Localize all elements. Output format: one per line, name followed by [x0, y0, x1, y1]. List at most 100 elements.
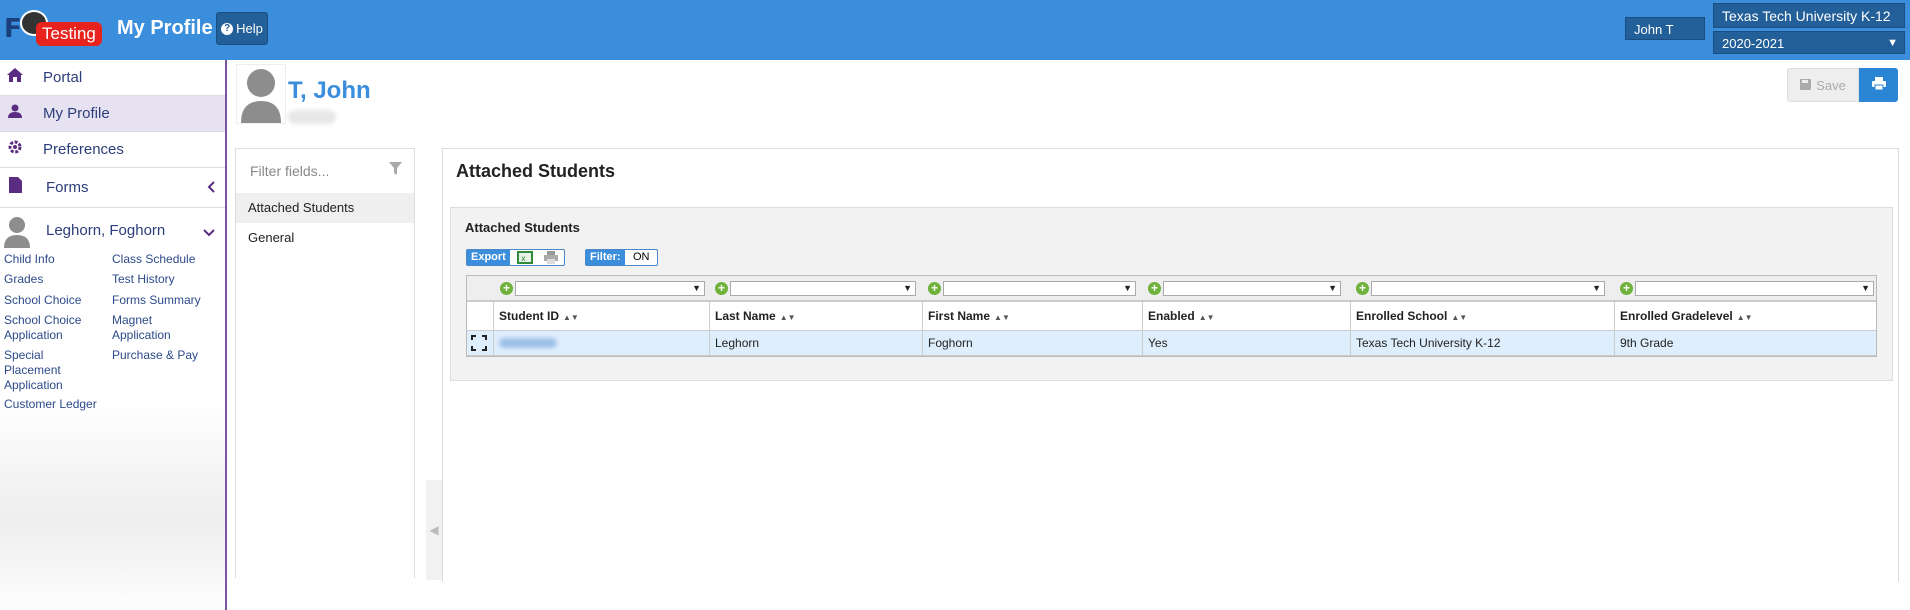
cell-enabled: Yes [1142, 331, 1350, 355]
link-magnet-application[interactable]: Magnet Application [112, 313, 182, 343]
column-header-last-name[interactable]: Last Name ▲▼ [709, 302, 922, 330]
collapse-panel-tab[interactable]: ◀ [426, 480, 442, 580]
sort-icon: ▲▼ [779, 313, 796, 322]
export-button[interactable]: Export x [466, 249, 565, 266]
chevron-left-icon: ◀ [429, 523, 439, 537]
column-header-first-name[interactable]: First Name ▲▼ [922, 302, 1142, 330]
cell-student-id[interactable] [493, 331, 709, 355]
print-icon[interactable] [543, 251, 559, 267]
sidebar-item-preferences[interactable]: Preferences [0, 132, 225, 168]
main-panel-header: Attached Students [442, 148, 1899, 192]
link-customer-ledger[interactable]: Customer Ledger [4, 397, 97, 412]
link-grades[interactable]: Grades [4, 272, 43, 287]
filter-select[interactable]: ▼ [730, 281, 916, 296]
sidebar-item-my-profile[interactable]: My Profile [0, 96, 225, 132]
filter-select[interactable]: ▼ [1163, 281, 1341, 296]
svg-text:x: x [521, 254, 526, 263]
column-header-enrolled-gradelevel[interactable]: Enrolled Gradelevel ▲▼ [1614, 302, 1876, 330]
excel-icon[interactable]: x [517, 251, 533, 267]
link-test-history[interactable]: Test History [112, 272, 175, 287]
table-row[interactable]: Leghorn Foghorn Yes Texas Tech Universit… [467, 331, 1876, 356]
logo-letter: F [4, 14, 22, 44]
link-child-info[interactable]: Child Info [4, 252, 55, 267]
sidebar-item-forms[interactable]: Forms [0, 168, 225, 208]
filter-icon [389, 162, 402, 178]
filter-cell-enabled: + ▼ [1148, 279, 1342, 297]
filter-cell-student-id: + ▼ [500, 279, 713, 297]
sidebar-item-label: Portal [43, 69, 83, 86]
page-title: My Profile [117, 17, 213, 39]
filter-fields-input[interactable]: Filter fields... [250, 163, 329, 179]
column-header-enrolled-school[interactable]: Enrolled School ▲▼ [1350, 302, 1614, 330]
column-header-enabled[interactable]: Enabled ▲▼ [1142, 302, 1350, 330]
app-logo[interactable]: F Testing [4, 10, 102, 46]
profile-name: T, John [288, 77, 371, 104]
filter-cell-last-name: + ▼ [715, 279, 925, 297]
sort-icon: ▲▼ [1198, 313, 1215, 322]
filter-toggle[interactable]: Filter: ON [585, 249, 658, 266]
filter-select[interactable]: ▼ [943, 281, 1136, 296]
year-selector[interactable]: 2020-2021 ▼ [1713, 31, 1905, 54]
field-item-attached-students[interactable]: Attached Students [236, 193, 414, 223]
export-label: Export [467, 250, 510, 265]
document-icon [6, 177, 24, 198]
header-row: Student ID ▲▼ Last Name ▲▼ First Name ▲▼ En… [467, 302, 1876, 331]
link-forms-summary[interactable]: Forms Summary [112, 293, 201, 308]
students-grid: + ▼ + ▼ + ▼ + ▼ + ▼ + ▼ Student ID ▲▼ La… [466, 275, 1877, 357]
column-header-label: Enrolled School [1356, 309, 1448, 323]
help-button[interactable]: ? Help [216, 12, 268, 45]
avatar [4, 216, 30, 248]
add-filter-icon[interactable]: + [1356, 282, 1369, 295]
top-bar: F Testing My Profile ? Help John T Texas… [0, 0, 1910, 60]
school-selector[interactable]: Texas Tech University K-12 [1713, 3, 1905, 28]
save-button[interactable]: Save [1787, 68, 1859, 102]
expand-icon[interactable] [471, 335, 487, 351]
add-filter-icon[interactable]: + [715, 282, 728, 295]
link-special-placement[interactable]: Special Placement Application [4, 348, 74, 393]
cell-enrolled-school: Texas Tech University K-12 [1350, 331, 1614, 355]
sidebar-item-label: Forms [46, 179, 89, 196]
sort-icon: ▲▼ [1736, 313, 1753, 322]
link-purchase-pay[interactable]: Purchase & Pay [112, 348, 198, 363]
add-filter-icon[interactable]: + [1148, 282, 1161, 295]
filter-cell-enrolled-gradelevel: + ▼ [1620, 279, 1874, 297]
print-button[interactable] [1859, 68, 1898, 102]
printer-icon [1871, 77, 1886, 93]
user-menu[interactable]: John T [1625, 17, 1705, 40]
sidebar-item-portal[interactable]: Portal [0, 60, 225, 96]
home-icon [6, 68, 24, 87]
chevron-down-icon [203, 224, 215, 240]
add-filter-icon[interactable]: + [928, 282, 941, 295]
filter-select[interactable]: ▼ [1635, 281, 1874, 296]
link-class-schedule[interactable]: Class Schedule [112, 252, 195, 267]
sidebar-item-label: Preferences [43, 141, 124, 158]
field-item-general[interactable]: General [236, 223, 414, 253]
link-school-choice[interactable]: School Choice [4, 293, 81, 308]
add-filter-icon[interactable]: + [1620, 282, 1633, 295]
student-name: Leghorn, Foghorn [46, 222, 166, 239]
logo-badge: Testing [36, 22, 102, 46]
column-header-label: Student ID [499, 309, 559, 323]
chevron-left-icon [207, 180, 215, 196]
floppy-icon [1800, 78, 1812, 93]
help-label: Help [236, 21, 263, 36]
column-header-label: Enrolled Gradelevel [1620, 309, 1733, 323]
cell-first-name: Foghorn [922, 331, 1142, 355]
column-header-student-id[interactable]: Student ID ▲▼ [493, 302, 709, 330]
profile-avatar [236, 64, 286, 124]
sort-icon: ▲▼ [1451, 313, 1468, 322]
cell-last-name: Leghorn [709, 331, 922, 355]
sidebar-student[interactable]: Leghorn, Foghorn [0, 210, 225, 252]
sidebar-item-label: My Profile [43, 105, 110, 122]
filter-select[interactable]: ▼ [515, 281, 705, 296]
redacted-field [288, 110, 336, 124]
sidebar: Portal My Profile Preferences Forms Legh… [0, 60, 227, 610]
fields-panel: Filter fields... Attached Students Gener… [235, 148, 415, 578]
caret-down-icon: ▼ [1887, 37, 1898, 49]
cell-enrolled-gradelevel: 9th Grade [1614, 331, 1876, 355]
filter-toggle-label: Filter: [586, 250, 625, 265]
add-filter-icon[interactable]: + [500, 282, 513, 295]
link-school-choice-application[interactable]: School Choice Application [4, 313, 94, 343]
column-header-label: Enabled [1148, 309, 1195, 323]
filter-select[interactable]: ▼ [1371, 281, 1605, 296]
